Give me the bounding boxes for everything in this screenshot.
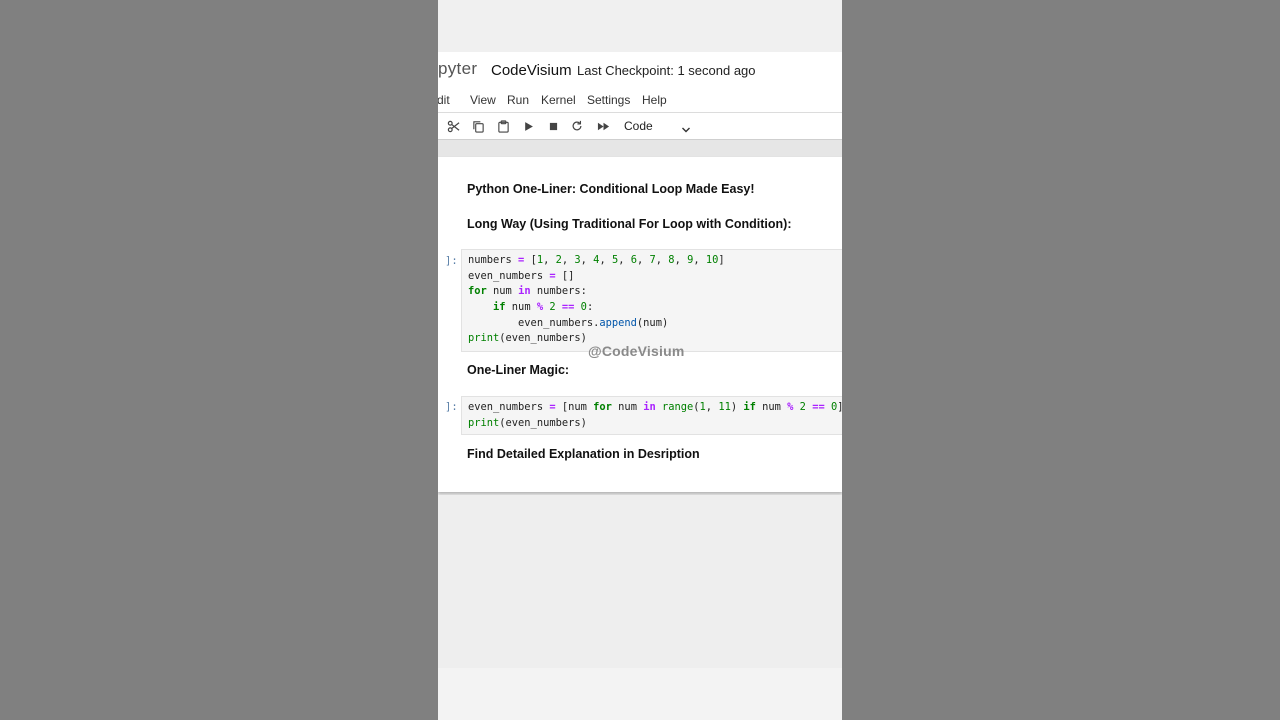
code-line: if num % 2 == 0:	[493, 301, 594, 314]
markdown-heading-explanation: Find Detailed Explanation in Desription	[467, 447, 700, 461]
watermark-text: @CodeVisium	[588, 343, 685, 359]
empty-area	[438, 495, 842, 668]
fast-forward-icon[interactable]	[595, 118, 611, 134]
stop-icon[interactable]	[545, 118, 561, 134]
notebook-gap	[438, 140, 842, 157]
notebook-toolbar: Code	[438, 113, 842, 140]
notebook-panel: Python One-Liner: Conditional Loop Made …	[438, 157, 842, 492]
cell-prompt: ]:	[445, 255, 458, 267]
code-cell-one-liner[interactable]: even_numbers = [num for num in range(1, …	[461, 396, 842, 435]
menu-help[interactable]: Help	[642, 93, 667, 107]
markdown-heading-long-way: Long Way (Using Traditional For Loop wit…	[467, 217, 792, 231]
markdown-heading-title: Python One-Liner: Conditional Loop Made …	[467, 182, 755, 196]
run-icon[interactable]	[520, 118, 536, 134]
menu-run[interactable]: Run	[507, 93, 529, 107]
bottom-padding	[438, 668, 842, 720]
copy-icon[interactable]	[470, 118, 486, 134]
jupyter-logo-text: pyter	[438, 59, 478, 78]
menu-settings[interactable]: Settings	[587, 93, 630, 107]
restart-icon[interactable]	[569, 118, 585, 134]
code-line: even_numbers = []	[468, 269, 575, 282]
code-line: even_numbers = [num for num in range(1, …	[468, 401, 842, 413]
scissors-icon[interactable]	[445, 118, 461, 134]
cell-prompt: ]:	[445, 401, 458, 413]
code-line: numbers = [1, 2, 3, 4, 5, 6, 7, 8, 9, 10…	[468, 254, 725, 266]
menu-edit[interactable]: dit	[438, 93, 450, 107]
chevron-down-icon[interactable]	[681, 121, 691, 139]
menu-view[interactable]: View	[470, 93, 496, 107]
menu-kernel[interactable]: Kernel	[541, 93, 576, 107]
code-line: even_numbers.append(num)	[468, 316, 669, 329]
code-line: print(even_numbers)	[468, 416, 587, 429]
top-padding	[438, 0, 842, 52]
markdown-heading-one-liner: One-Liner Magic:	[467, 363, 570, 377]
menu-bar: dit View Run Kernel Settings Help	[438, 88, 842, 113]
code-line: for num in numbers:	[468, 285, 587, 298]
paste-icon[interactable]	[495, 118, 511, 134]
cell-type-select[interactable]: Code	[624, 119, 653, 133]
code-cell-long-way[interactable]: numbers = [1, 2, 3, 4, 5, 6, 7, 8, 9, 10…	[461, 249, 842, 352]
notebook-title[interactable]: CodeVisium	[491, 62, 572, 79]
notebook-header: pyter CodeVisium Last Checkpoint: 1 seco…	[438, 52, 842, 89]
checkpoint-status: Last Checkpoint: 1 second ago	[577, 63, 756, 78]
video-frame: pyter CodeVisium Last Checkpoint: 1 seco…	[438, 0, 842, 720]
